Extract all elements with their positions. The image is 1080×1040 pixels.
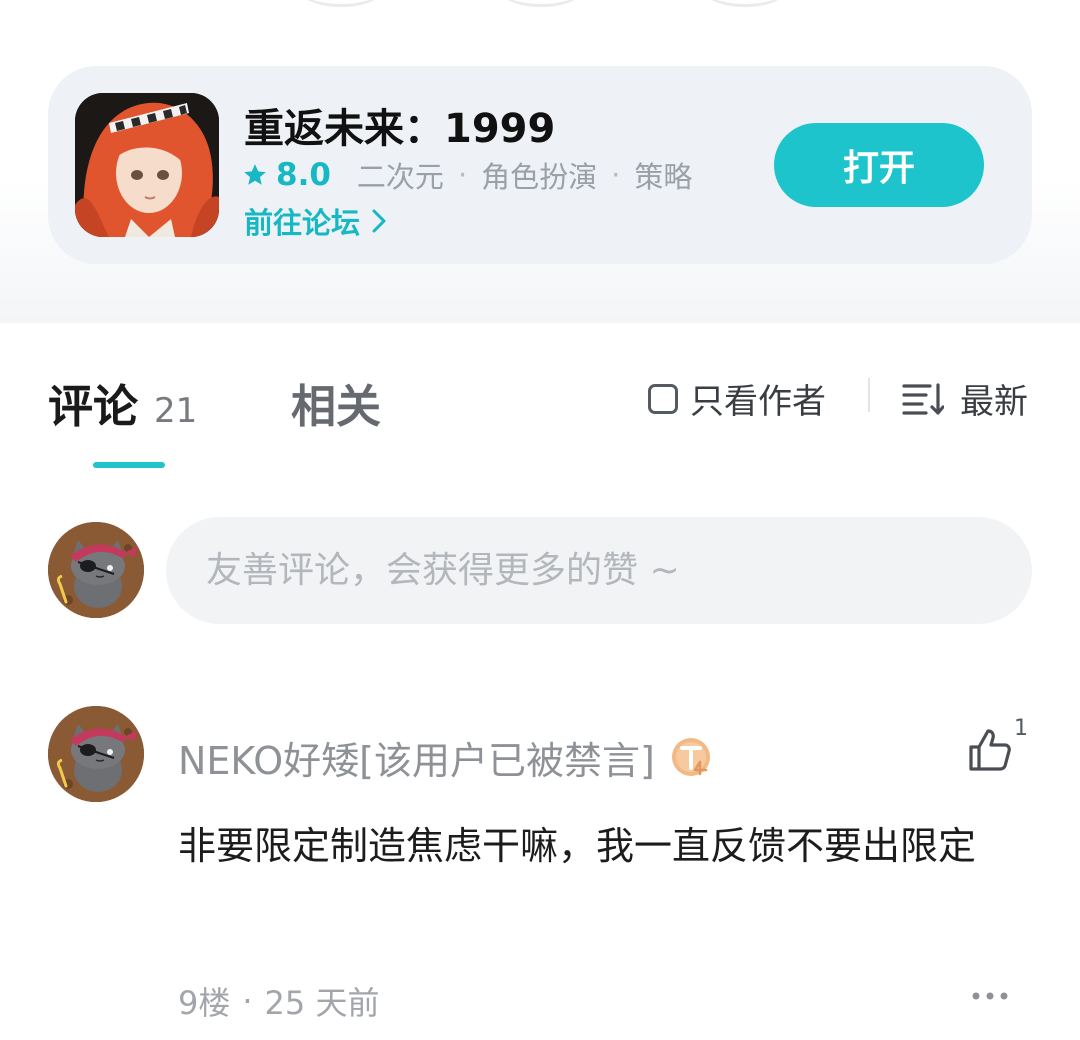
app-tags: 二次元 · 角色扮演 · 策略 <box>357 154 692 196</box>
forum-link-label: 前往论坛 <box>244 206 361 240</box>
author-only-label: 只看作者 <box>690 382 826 422</box>
sort-lines-icon <box>902 382 944 416</box>
top-action-edge[interactable] <box>496 0 586 7</box>
tab-comments-label: 评论 <box>48 380 139 433</box>
forum-link[interactable]: 前往论坛 <box>244 200 388 242</box>
app-tag: 角色扮演 <box>481 160 598 194</box>
comment-text: 非要限定制造焦虑干嘛，我一直反馈不要出限定 <box>178 824 977 868</box>
tab-comments[interactable]: 评论 21 <box>48 370 197 435</box>
chevron-right-icon <box>372 209 386 233</box>
sort-control[interactable]: 最新 <box>902 374 1028 423</box>
pirate-cat-avatar <box>48 706 144 802</box>
app-icon[interactable] <box>75 93 219 237</box>
tab-comments-count: 21 <box>154 391 198 431</box>
level-badge-icon <box>671 737 710 776</box>
tag-separator: · <box>611 158 621 192</box>
tab-related[interactable]: 相关 <box>291 370 381 435</box>
floor-number: 9楼 <box>178 984 231 1022</box>
commenter-avatar[interactable] <box>48 706 144 802</box>
sort-label: 最新 <box>960 382 1028 422</box>
app-meta: 8.0 二次元 · 角色扮演 · 策略 <box>242 154 692 196</box>
divider <box>868 378 870 412</box>
top-area: 重返未来：1999 8.0 二次元 · 角色扮演 · 策略 前往论坛 打开 <box>0 0 1080 323</box>
app-icon-art <box>75 93 219 237</box>
pirate-cat-avatar <box>48 522 144 618</box>
like-count: 1 <box>1014 716 1028 741</box>
comment-meta: 9楼 · 25 天前 <box>178 978 379 1024</box>
top-action-edge[interactable] <box>700 0 790 7</box>
more-horizontal-icon[interactable] <box>970 988 1010 1004</box>
top-action-edge[interactable] <box>296 0 386 7</box>
username[interactable]: NEKO好矮[该用户已被禁言] <box>178 730 655 785</box>
checkbox-icon <box>648 383 678 414</box>
meta-separator: · <box>242 982 253 1020</box>
open-app-button[interactable]: 打开 <box>774 123 984 207</box>
app-title: 重返未来：1999 <box>244 106 556 152</box>
app-rating: 8.0 <box>276 157 331 193</box>
comment-time: 25 天前 <box>264 984 380 1022</box>
star-icon <box>242 162 268 188</box>
app-tag: 二次元 <box>356 160 444 194</box>
tab-related-label: 相关 <box>291 380 382 433</box>
avatar[interactable] <box>48 522 144 618</box>
app-tag: 策略 <box>634 160 693 194</box>
author-only-toggle[interactable]: 只看作者 <box>648 374 826 423</box>
comment-input[interactable] <box>166 517 1032 624</box>
tag-separator: · <box>457 158 468 192</box>
app-card[interactable]: 重返未来：1999 8.0 二次元 · 角色扮演 · 策略 前往论坛 打开 <box>48 66 1032 264</box>
active-tab-indicator <box>93 462 165 468</box>
comment-header: NEKO好矮[该用户已被禁言] <box>178 730 715 785</box>
thumbs-up-icon[interactable] <box>966 726 1014 774</box>
